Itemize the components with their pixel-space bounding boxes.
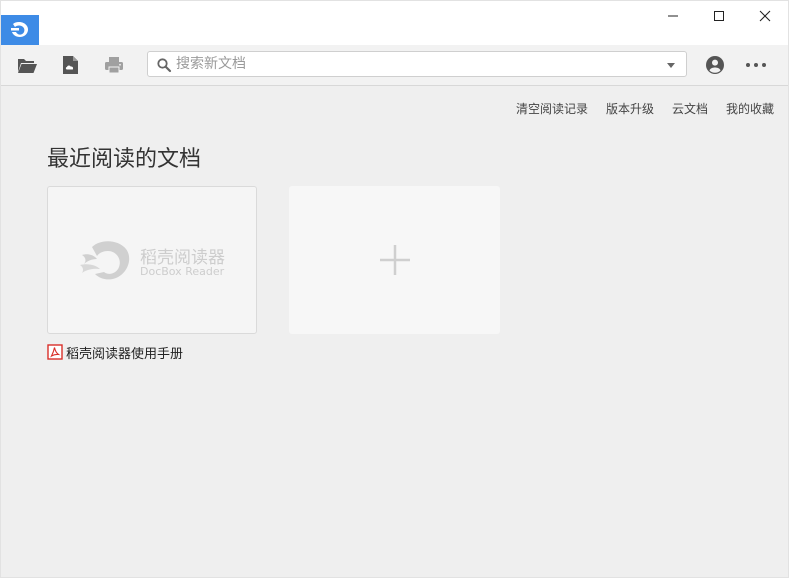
- docbox-logo-icon: [80, 241, 130, 280]
- cloud-docs-link[interactable]: 云文档: [672, 100, 708, 117]
- open-file-button[interactable]: [15, 53, 39, 77]
- title-bar: [1, 1, 788, 45]
- thumb-brand-en: DocBox Reader: [140, 265, 225, 278]
- printer-icon: [105, 57, 123, 74]
- folder-open-icon: [18, 59, 37, 73]
- search-input[interactable]: [176, 54, 646, 74]
- user-icon: [706, 56, 724, 74]
- upgrade-link[interactable]: 版本升级: [606, 100, 654, 117]
- recent-doc-title[interactable]: 稻壳阅读器使用手册: [47, 343, 184, 362]
- user-button[interactable]: [703, 53, 727, 77]
- maximize-button[interactable]: [696, 1, 742, 31]
- cloud-document-button[interactable]: [58, 53, 82, 77]
- window-controls: [650, 1, 788, 31]
- print-button[interactable]: [102, 53, 126, 77]
- search-icon: [157, 58, 172, 73]
- toolbar: [1, 45, 788, 86]
- favorites-link[interactable]: 我的收藏: [726, 100, 774, 117]
- more-icon: [746, 63, 766, 67]
- clear-history-link[interactable]: 清空阅读记录: [516, 100, 588, 117]
- maximize-icon: [714, 11, 724, 21]
- chevron-down-icon[interactable]: [666, 60, 676, 70]
- close-icon: [759, 10, 771, 22]
- top-links: 清空阅读记录 版本升级 云文档 我的收藏: [516, 100, 774, 117]
- minimize-icon: [668, 15, 678, 17]
- search-box[interactable]: [147, 51, 687, 77]
- recent-doc-name: 稻壳阅读器使用手册: [66, 346, 184, 362]
- app-logo-icon: [1, 15, 39, 45]
- recent-doc-card[interactable]: 稻壳阅读器 DocBox Reader: [47, 186, 257, 334]
- minimize-button[interactable]: [650, 1, 696, 31]
- cloud-document-icon: [63, 56, 78, 74]
- more-button[interactable]: [744, 53, 768, 77]
- add-document-button[interactable]: [289, 186, 500, 334]
- close-button[interactable]: [742, 1, 788, 31]
- app-window: 清空阅读记录 版本升级 云文档 我的收藏 最近阅读的文档 稻壳阅读器 DocBo…: [0, 0, 789, 578]
- section-title: 最近阅读的文档: [47, 147, 202, 172]
- plus-icon: [379, 245, 410, 275]
- pdf-icon: [47, 344, 63, 360]
